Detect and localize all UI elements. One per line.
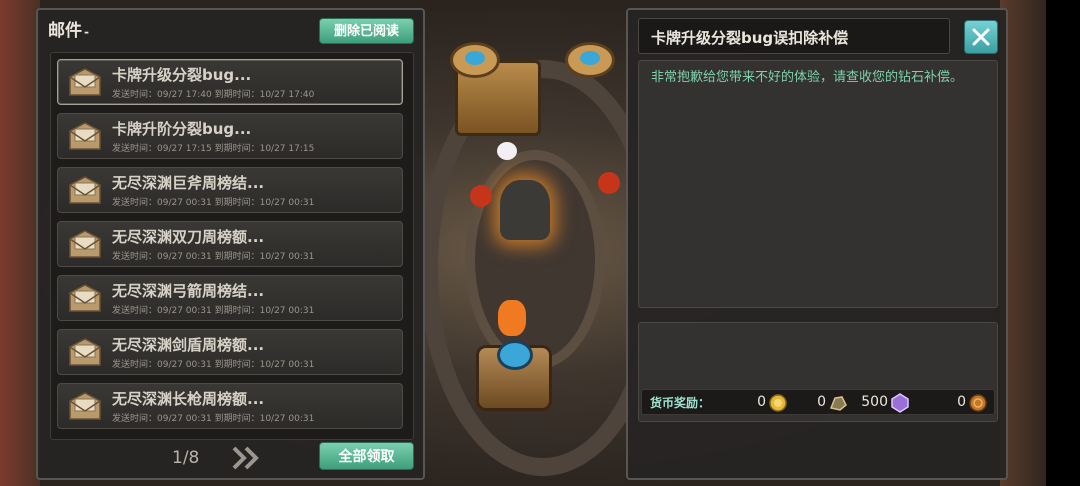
mail-list-panel: 邮件 - 删除已阅读 卡牌升级分裂bug... 发送时间：09/27 17:40 … xyxy=(36,8,425,480)
purple-diamond-icon xyxy=(891,393,909,413)
enemy-imp xyxy=(598,172,620,194)
detail-title-box: 卡牌升级分裂bug误扣除补偿 xyxy=(638,18,950,54)
currency-reward-bar: 货币奖励： 0 0 500 0 xyxy=(641,389,995,415)
diamond-value: 500 xyxy=(861,394,888,410)
left-wall xyxy=(0,0,40,486)
mail-item[interactable]: 无尽深渊双刀周榜额... 发送时间：09/27 00:31 到期时间：10/27… xyxy=(57,221,403,267)
mail-item[interactable]: 无尽深渊剑盾周榜额... 发送时间：09/27 00:31 到期时间：10/27… xyxy=(57,329,403,375)
detail-title: 卡牌升级分裂bug误扣除补偿 xyxy=(651,29,849,47)
mail-time: 发送时间：09/27 00:31 到期时间：10/27 00:31 xyxy=(112,306,315,316)
mail-title: 无尽深渊双刀周榜额... xyxy=(112,228,265,246)
mail-time: 发送时间：09/27 00:31 到期时间：10/27 00:31 xyxy=(112,360,315,370)
mail-list[interactable]: 卡牌升级分裂bug... 发送时间：09/27 17:40 到期时间：10/27… xyxy=(50,52,414,440)
currency-reward-label: 货币奖励： xyxy=(650,396,711,410)
envelope-icon xyxy=(69,122,101,150)
mail-detail-panel: 卡牌升级分裂bug误扣除补偿 非常抱歉给您带来不好的体验，请查收您的钻石补偿。 … xyxy=(626,8,1008,480)
ore-value: 0 xyxy=(817,394,826,410)
envelope-icon xyxy=(69,68,101,96)
mail-title: 无尽深渊弓箭周榜结... xyxy=(112,282,265,300)
mail-title-text: 邮件 xyxy=(48,21,82,41)
fox-pet xyxy=(498,300,526,336)
mail-time: 发送时间：09/27 00:31 到期时间：10/27 00:31 xyxy=(112,414,315,424)
title-mark: - xyxy=(84,25,89,39)
bronze-value: 0 xyxy=(957,394,966,410)
orb-pedestal-left xyxy=(450,42,500,78)
close-button[interactable] xyxy=(964,20,998,54)
mail-title: 无尽深渊剑盾周榜额... xyxy=(112,336,265,354)
mail-title: 卡牌升级分裂bug... xyxy=(112,66,252,84)
gold-value: 0 xyxy=(757,394,766,410)
orb-pedestal-right xyxy=(565,42,615,78)
mail-item[interactable]: 卡牌升阶分裂bug... 发送时间：09/27 17:15 到期时间：10/27… xyxy=(57,113,403,159)
mail-title: 无尽深渊长枪周榜额... xyxy=(112,390,265,408)
currency-gold: 0 xyxy=(742,393,788,413)
currency-bronze: 0 xyxy=(942,393,988,413)
ore-icon xyxy=(829,396,847,411)
currency-ore: 0 xyxy=(802,393,848,413)
envelope-icon xyxy=(69,176,101,204)
player-hero xyxy=(500,180,550,240)
mail-item[interactable]: 无尽深渊长枪周榜额... 发送时间：09/27 00:31 到期时间：10/27… xyxy=(57,383,403,429)
bunny-pet xyxy=(497,142,517,160)
claim-all-button[interactable]: 全部领取 xyxy=(319,442,414,470)
bronze-coin-icon xyxy=(969,394,987,412)
mail-time: 发送时间：09/27 00:31 到期时间：10/27 00:31 xyxy=(112,252,315,262)
enemy-imp xyxy=(470,185,492,207)
mail-item[interactable]: 卡牌升级分裂bug... 发送时间：09/27 17:40 到期时间：10/27… xyxy=(57,59,403,105)
mail-time: 发送时间：09/27 17:40 到期时间：10/27 17:40 xyxy=(112,90,315,100)
envelope-icon xyxy=(69,284,101,312)
screen-edge xyxy=(1046,0,1080,486)
page-indicator: 1/8 xyxy=(172,448,200,468)
mail-item[interactable]: 无尽深渊弓箭周榜结... 发送时间：09/27 00:31 到期时间：10/27… xyxy=(57,275,403,321)
envelope-icon xyxy=(69,338,101,366)
mail-title: 无尽深渊巨斧周榜结... xyxy=(112,174,265,192)
mail-content-text: 非常抱歉给您带来不好的体验，请查收您的钻石补偿。 xyxy=(651,70,964,85)
currency-diamond: 500 xyxy=(852,393,910,413)
mail-time: 发送时间：09/27 17:15 到期时间：10/27 17:15 xyxy=(112,144,315,154)
close-icon xyxy=(972,28,990,46)
gold-coin-icon xyxy=(769,394,787,412)
envelope-icon xyxy=(69,230,101,258)
envelope-icon xyxy=(69,392,101,420)
mail-title: 卡牌升阶分裂bug... xyxy=(112,120,252,138)
mail-panel-title: 邮件 - xyxy=(48,16,89,41)
mail-item[interactable]: 无尽深渊巨斧周榜结... 发送时间：09/27 00:31 到期时间：10/27… xyxy=(57,167,403,213)
mail-content-box: 非常抱歉给您带来不好的体验，请查收您的钻石补偿。 xyxy=(638,60,998,308)
orb-pillar xyxy=(476,340,552,411)
delete-read-button[interactable]: 删除已阅读 xyxy=(319,18,414,44)
mail-time: 发送时间：09/27 00:31 到期时间：10/27 00:31 xyxy=(112,198,315,208)
attachment-box: 货币奖励： 0 0 500 0 xyxy=(638,322,998,422)
next-page-icon[interactable] xyxy=(230,444,262,472)
